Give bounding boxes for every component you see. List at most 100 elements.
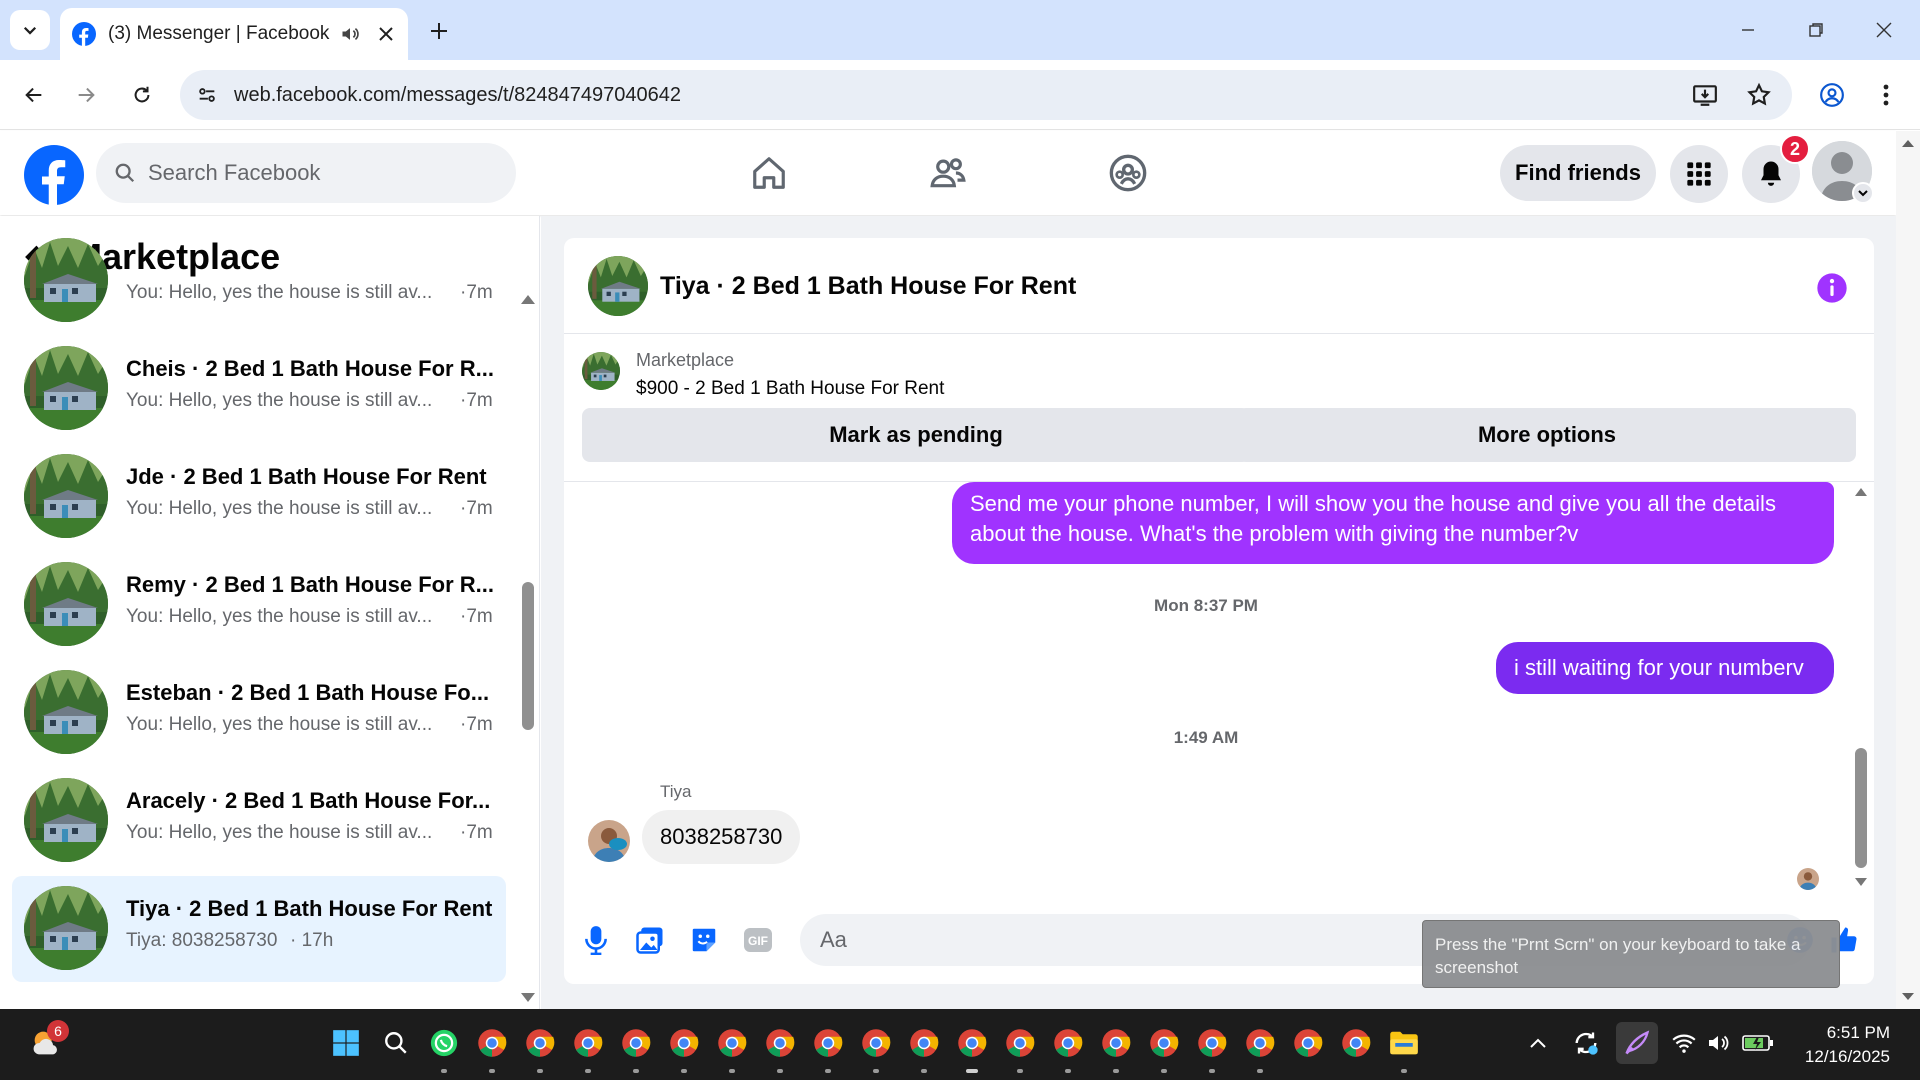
chat-scrollbar-thumb[interactable]	[1855, 748, 1867, 868]
running-indicator	[1209, 1069, 1215, 1073]
chrome-icon[interactable]	[954, 1025, 990, 1061]
running-indicator	[537, 1069, 543, 1073]
house-thumbnail	[24, 562, 108, 646]
facebook-search[interactable]	[96, 143, 516, 203]
list-item[interactable]: Cheis · 2 Bed 1 Bath House For R... You:…	[12, 336, 506, 442]
menu-button[interactable]	[1670, 145, 1728, 203]
list-item-active[interactable]: Tiya · 2 Bed 1 Bath House For Rent Tiya:…	[12, 876, 506, 982]
list-item[interactable]: You: Hello, yes the house is still av...…	[12, 228, 506, 334]
received-message-bubble[interactable]: 8038258730	[642, 810, 801, 864]
account-chevron-icon[interactable]	[1852, 182, 1874, 204]
chrome-icon[interactable]	[1146, 1025, 1182, 1061]
running-indicator	[633, 1069, 639, 1073]
tab-title: (3) Messenger | Facebook	[108, 23, 330, 44]
list-item[interactable]: Esteban · 2 Bed 1 Bath House Fo... You: …	[12, 660, 506, 766]
sidebar-scrollbar-thumb[interactable]	[522, 582, 534, 730]
site-info-icon[interactable]	[196, 84, 218, 106]
chrome-icon[interactable]	[570, 1025, 606, 1061]
reload-button[interactable]	[124, 77, 160, 113]
pen-app-icon[interactable]	[1616, 1022, 1658, 1064]
tab-search-button[interactable]	[10, 10, 50, 50]
listing-price[interactable]: $900 - 2 Bed 1 Bath House For Rent	[636, 378, 944, 400]
running-indicator	[1065, 1069, 1071, 1073]
whatsapp-icon[interactable]	[426, 1025, 462, 1061]
find-friends-button[interactable]: Find friends	[1500, 145, 1656, 201]
conversation-snippet: You: Hello, yes the house is still av...	[126, 498, 433, 519]
speaker-icon[interactable]	[340, 24, 360, 44]
chrome-icon[interactable]	[1194, 1025, 1230, 1061]
house-thumbnail	[24, 346, 108, 430]
chrome-icon[interactable]	[1242, 1025, 1278, 1061]
friends-icon	[930, 158, 966, 188]
scroll-up-arrow-icon[interactable]	[1853, 486, 1869, 498]
scroll-up-arrow-icon[interactable]	[519, 292, 537, 306]
sent-message-bubble[interactable]: i still waiting for your numberv	[1496, 642, 1834, 694]
chrome-icon[interactable]	[618, 1025, 654, 1061]
profile-button[interactable]	[1814, 77, 1850, 113]
address-bar[interactable]: web.facebook.com/messages/t/824847497040…	[180, 70, 1792, 120]
close-tab-icon[interactable]	[378, 26, 394, 42]
message-timestamp: Mon 8:37 PM	[1154, 596, 1258, 615]
house-thumbnail-icon	[582, 352, 620, 390]
mark-pending-button[interactable]: Mark as pending	[582, 408, 1250, 462]
running-indicator	[585, 1069, 591, 1073]
microphone-icon[interactable]	[578, 922, 614, 958]
sticker-icon[interactable]	[686, 922, 722, 958]
chrome-icon[interactable]	[714, 1025, 750, 1061]
info-icon[interactable]	[1816, 272, 1848, 304]
house-thumbnail-icon	[24, 562, 108, 646]
battery-icon[interactable]	[1740, 1025, 1776, 1061]
scroll-down-arrow-icon[interactable]	[519, 991, 537, 1005]
photo-icon[interactable]	[632, 922, 668, 958]
nav-home[interactable]	[739, 149, 799, 197]
show-hidden-icons-chevron-icon[interactable]	[1520, 1025, 1556, 1061]
install-app-icon[interactable]	[1692, 82, 1718, 108]
back-button[interactable]	[16, 77, 52, 113]
chrome-icon[interactable]	[1098, 1025, 1134, 1061]
start-windows-icon[interactable]	[328, 1025, 364, 1061]
chrome-icon[interactable]	[762, 1025, 798, 1061]
nav-friends[interactable]	[918, 149, 978, 197]
chrome-icon[interactable]	[1290, 1025, 1326, 1061]
avatar[interactable]	[588, 820, 630, 862]
chrome-icon[interactable]	[474, 1025, 510, 1061]
facebook-logo-icon[interactable]	[24, 145, 84, 205]
system-clock[interactable]: 6:51 PM 12/16/2025	[1805, 1021, 1890, 1069]
sync-icon[interactable]	[1568, 1025, 1604, 1061]
chat-title[interactable]: Tiya · 2 Bed 1 Bath House For Rent	[660, 272, 1076, 301]
chrome-icon[interactable]	[1050, 1025, 1086, 1061]
minimize-window-button[interactable]	[1728, 14, 1768, 46]
close-window-button[interactable]	[1864, 14, 1904, 46]
chrome-icon[interactable]	[906, 1025, 942, 1061]
running-indicator	[1401, 1069, 1407, 1073]
taskbar-search-icon[interactable]	[378, 1025, 414, 1061]
bookmark-star-icon[interactable]	[1746, 82, 1772, 108]
page-scrollbar[interactable]	[1896, 131, 1920, 1009]
list-item[interactable]: Aracely · 2 Bed 1 Bath House For... You:…	[12, 768, 506, 874]
volume-icon[interactable]	[1700, 1025, 1736, 1061]
scroll-down-arrow-icon[interactable]	[1853, 876, 1869, 888]
chrome-icon[interactable]	[1002, 1025, 1038, 1061]
restore-window-button[interactable]	[1796, 14, 1836, 46]
list-item[interactable]: Jde · 2 Bed 1 Bath House For Rent You: H…	[12, 444, 506, 550]
more-options-button[interactable]: More options	[1238, 408, 1856, 462]
house-thumbnail[interactable]	[588, 256, 648, 316]
browser-menu-button[interactable]	[1868, 77, 1904, 113]
forward-button[interactable]	[68, 77, 104, 113]
nav-groups[interactable]	[1098, 149, 1158, 197]
house-thumbnail	[24, 886, 108, 970]
wifi-icon[interactable]	[1666, 1025, 1702, 1061]
chrome-icon[interactable]	[522, 1025, 558, 1061]
chrome-icon[interactable]	[810, 1025, 846, 1061]
sent-message-bubble[interactable]: Send me your phone number, I will show y…	[952, 482, 1834, 564]
chrome-icon[interactable]	[858, 1025, 894, 1061]
new-tab-button[interactable]	[424, 16, 454, 46]
search-input[interactable]	[148, 160, 488, 186]
conversation-snippet: You: Hello, yes the house is still av...	[126, 390, 433, 411]
file-explorer-icon[interactable]	[1386, 1025, 1422, 1061]
browser-tab-active[interactable]: (3) Messenger | Facebook	[60, 8, 408, 60]
chrome-icon[interactable]	[666, 1025, 702, 1061]
gif-icon[interactable]: GIF	[740, 922, 776, 958]
chrome-icon[interactable]	[1338, 1025, 1374, 1061]
list-item[interactable]: Remy · 2 Bed 1 Bath House For R... You: …	[12, 552, 506, 658]
